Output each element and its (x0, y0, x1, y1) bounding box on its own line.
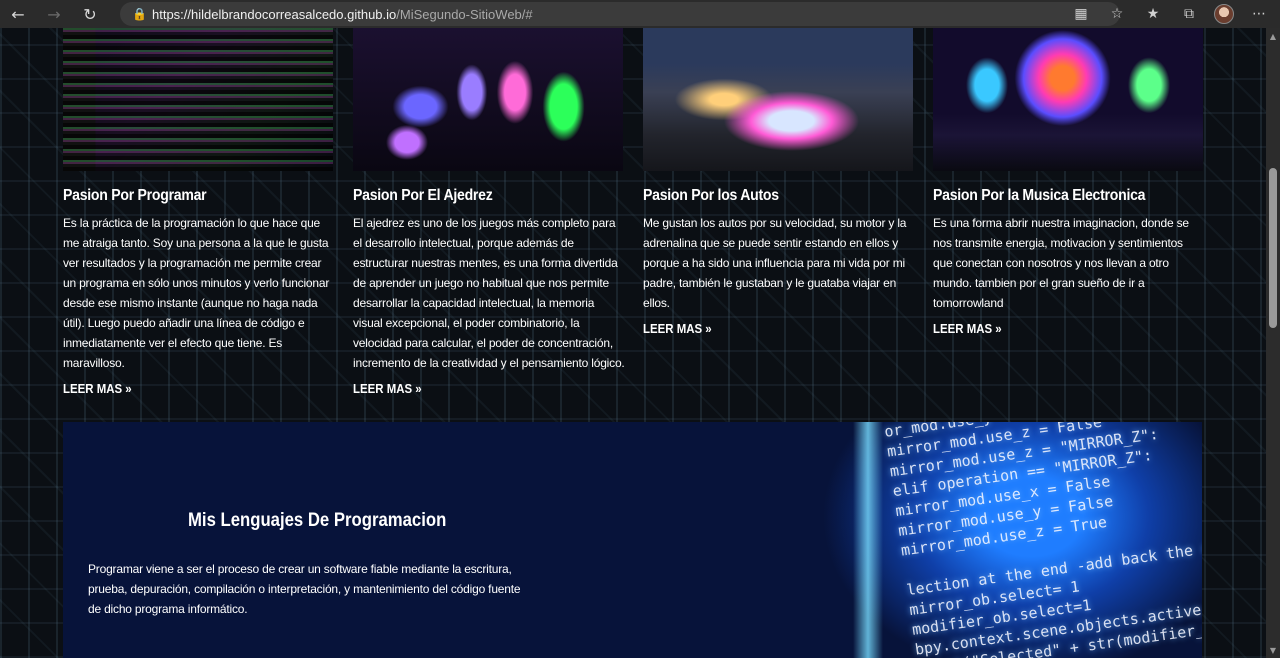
scroll-up-icon[interactable]: ▲ (1268, 32, 1278, 42)
sports-car-image (643, 28, 913, 171)
reader-view-icon[interactable]: ▦ (1070, 3, 1092, 25)
card-ajedrez: Pasion Por El Ajedrez El ajedrez es uno … (353, 28, 625, 397)
scroll-down-icon[interactable]: ▼ (1268, 646, 1278, 656)
scroll-thumb[interactable] (1269, 168, 1277, 328)
profile-avatar[interactable] (1214, 4, 1234, 24)
favorites-icon[interactable]: ★ (1142, 3, 1164, 25)
card-title: Pasion Por Programar (63, 187, 207, 204)
card-musica: Pasion Por la Musica Electronica Es una … (933, 28, 1205, 337)
languages-banner: or_mod.use_y = Truemirror_mod.use_z = Fa… (63, 422, 1202, 658)
add-favorite-icon[interactable]: ☆ (1106, 3, 1128, 25)
music-festival-image (933, 28, 1203, 171)
vertical-scrollbar[interactable]: ▲ ▼ (1266, 28, 1280, 658)
card-programar: Pasion Por Programar Es la práctica de l… (63, 28, 335, 397)
card-title: Pasion Por El Ajedrez (353, 187, 493, 204)
url-path: /MiSegundo-SitioWeb/# (396, 6, 533, 22)
card-autos: Pasion Por los Autos Me gustan los autos… (643, 28, 915, 337)
card-text: Me gustan los autos por su velocidad, su… (643, 216, 907, 310)
url-host: https://hildelbrandocorreasalcedo.github… (152, 6, 397, 22)
chess-pieces-image (353, 28, 623, 171)
collections-icon[interactable]: ⧉ (1178, 3, 1200, 25)
code-background: or_mod.use_y = Truemirror_mod.use_z = Fa… (883, 422, 1202, 658)
browser-toolbar: ← → ↻ 🔒 https://hildelbrandocorreasalced… (0, 0, 1280, 28)
lock-icon: 🔒 (132, 7, 147, 21)
read-more-link[interactable]: LEER MAS » (63, 381, 132, 396)
read-more-link[interactable]: LEER MAS » (933, 321, 1002, 336)
light-beam-decoration (853, 422, 883, 658)
back-arrow-icon[interactable]: ← (0, 0, 36, 28)
card-title: Pasion Por los Autos (643, 187, 779, 204)
section-text: Programar viene a ser el proceso de crea… (88, 562, 521, 616)
more-menu-icon[interactable]: ⋯ (1248, 3, 1270, 25)
card-text: Es la práctica de la programación lo que… (63, 216, 330, 370)
page-content: Pasion Por Programar Es la práctica de l… (0, 28, 1266, 658)
card-title: Pasion Por la Musica Electronica (933, 187, 1146, 204)
read-more-link[interactable]: LEER MAS » (353, 381, 422, 396)
address-bar[interactable]: 🔒 https://hildelbrandocorreasalcedo.gith… (120, 2, 1120, 26)
read-more-link[interactable]: LEER MAS » (643, 321, 712, 336)
card-text: El ajedrez es uno de los juegos más comp… (353, 216, 625, 370)
reload-icon[interactable]: ↻ (72, 0, 108, 28)
card-text: Es una forma abrir nuestra imaginacion, … (933, 216, 1189, 310)
section-title: Mis Lenguajes De Programacion (188, 510, 447, 531)
forward-arrow-icon[interactable]: → (36, 0, 72, 28)
code-screen-image (63, 28, 333, 171)
